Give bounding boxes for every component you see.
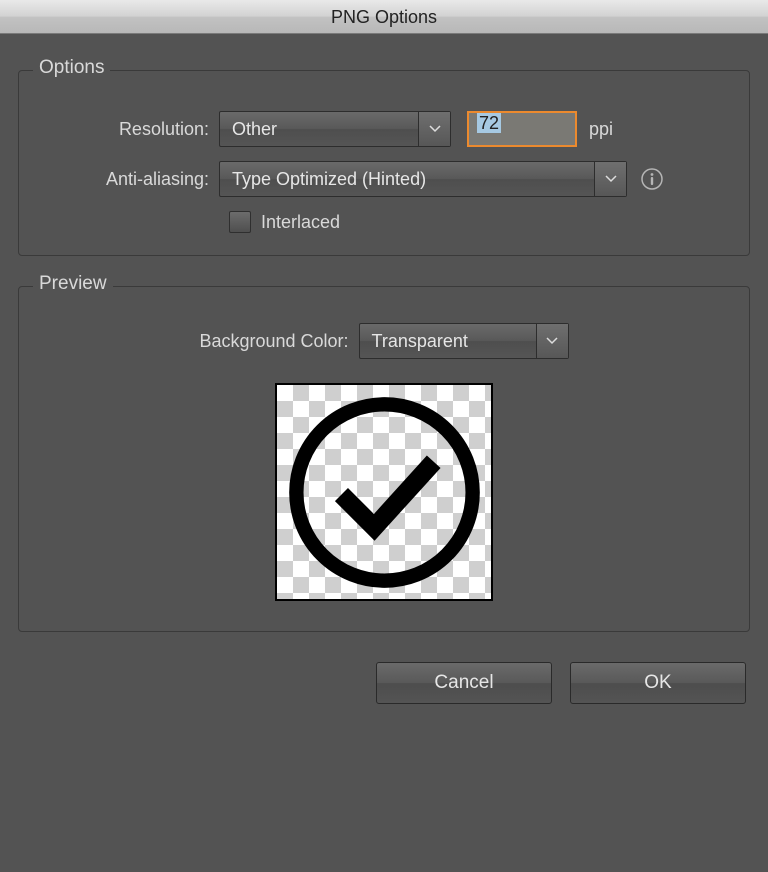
resolution-label: Resolution:: [41, 119, 219, 140]
dialog-body: Options Resolution: Other 72 ppi Anti-al…: [0, 34, 768, 728]
antialias-dropdown-value: Type Optimized (Hinted): [220, 169, 594, 190]
preview-thumbnail: [275, 383, 493, 601]
options-legend: Options: [33, 57, 110, 79]
interlaced-checkbox[interactable]: [229, 211, 251, 233]
chevron-down-icon: [594, 162, 626, 196]
ok-button-label: OK: [644, 672, 671, 694]
bg-color-value: Transparent: [360, 331, 536, 352]
titlebar: PNG Options: [0, 0, 768, 34]
bg-color-row: Background Color: Transparent: [41, 323, 727, 359]
resolution-input[interactable]: 72: [467, 111, 577, 147]
antialias-dropdown[interactable]: Type Optimized (Hinted): [219, 161, 627, 197]
cancel-button-label: Cancel: [434, 672, 493, 694]
resolution-unit: ppi: [589, 119, 613, 140]
options-group: Options Resolution: Other 72 ppi Anti-al…: [18, 70, 750, 256]
interlaced-row: Interlaced: [229, 211, 727, 233]
bg-color-dropdown[interactable]: Transparent: [359, 323, 569, 359]
antialias-label: Anti-aliasing:: [41, 169, 219, 190]
preview-group: Preview Background Color: Transparent: [18, 286, 750, 632]
dialog-buttons: Cancel OK: [18, 662, 750, 710]
resolution-input-value: 72: [477, 113, 501, 133]
interlaced-label: Interlaced: [261, 212, 340, 233]
resolution-dropdown-value: Other: [220, 119, 418, 140]
checkmark-circle-icon: [277, 385, 491, 599]
chevron-down-icon: [418, 112, 450, 146]
cancel-button[interactable]: Cancel: [376, 662, 552, 704]
resolution-dropdown[interactable]: Other: [219, 111, 451, 147]
preview-legend: Preview: [33, 273, 113, 295]
chevron-down-icon: [536, 324, 568, 358]
ok-button[interactable]: OK: [570, 662, 746, 704]
antialias-row: Anti-aliasing: Type Optimized (Hinted): [41, 161, 727, 197]
resolution-row: Resolution: Other 72 ppi: [41, 111, 727, 147]
window-title: PNG Options: [331, 7, 437, 27]
info-icon[interactable]: [639, 166, 665, 192]
bg-color-label: Background Color:: [199, 331, 348, 352]
